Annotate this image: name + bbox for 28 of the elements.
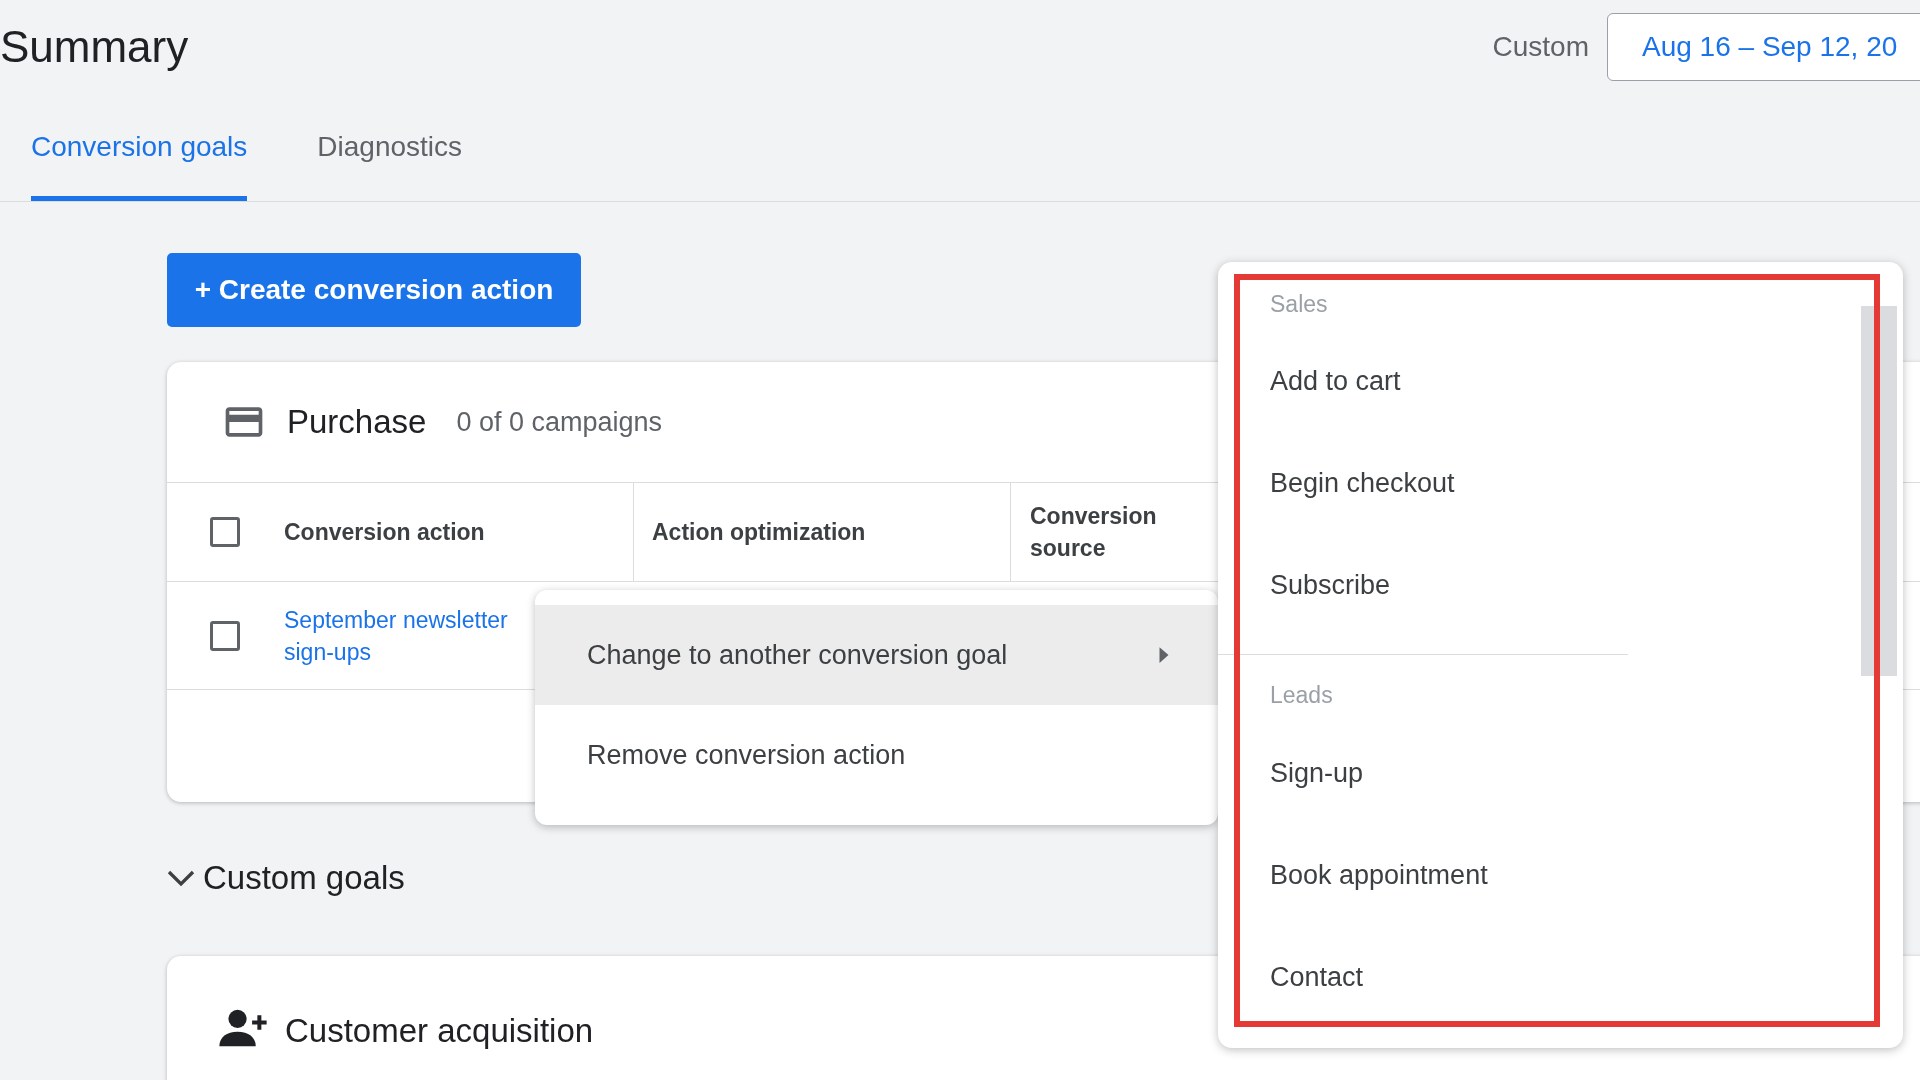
goal-option[interactable]: Contact (1218, 926, 1903, 1028)
checkbox[interactable] (210, 517, 240, 547)
submenu-arrow-icon (1158, 646, 1170, 664)
tab[interactable]: Diagnostics (317, 94, 463, 201)
goal-option[interactable]: Book appointment (1218, 824, 1903, 926)
goal-option[interactable]: Add to cart (1218, 330, 1903, 432)
conversion-action-link[interactable]: September newsletter sign-ups (284, 603, 529, 668)
menu-item[interactable]: Remove conversion action (535, 705, 1218, 805)
goal-title: Customer acquisition (285, 1011, 594, 1051)
column-header: Action optimization (652, 517, 866, 547)
page-title: Summary (0, 21, 189, 73)
date-range-label: Custom (1492, 30, 1589, 64)
add-person-icon (219, 1008, 267, 1048)
tab[interactable]: Conversion goals (31, 94, 248, 201)
group-heading: Sales (1270, 289, 1328, 319)
goal-option[interactable]: Subscribe (1218, 534, 1903, 636)
goal-option[interactable]: Sign-up (1218, 722, 1903, 824)
goal-title: Purchase (287, 402, 427, 443)
column-header: Conversion action (284, 517, 485, 547)
goal-option[interactable]: Begin checkout (1218, 432, 1903, 534)
group-heading: Leads (1270, 680, 1333, 710)
column-header: Conversion source (1030, 502, 1158, 563)
create-conversion-action-button[interactable]: + Create conversion action (167, 253, 581, 327)
checkbox[interactable] (210, 620, 240, 651)
date-range-button[interactable]: Aug 16 – Sep 12, 20 (1607, 13, 1920, 81)
menu-item[interactable]: Change to another conversion goal (535, 605, 1218, 705)
campaign-count: 0 of 0 campaigns (456, 405, 663, 439)
section-title: Custom goals (203, 858, 405, 899)
